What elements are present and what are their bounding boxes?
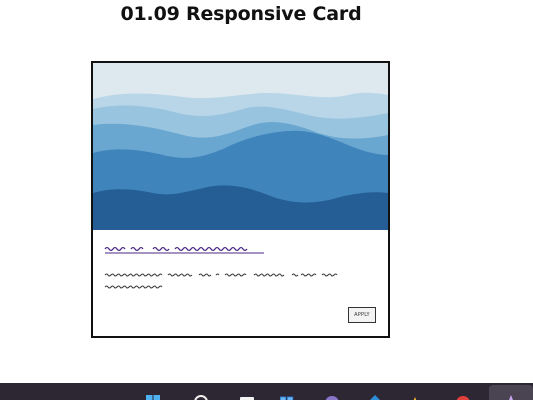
app-active-icon[interactable] (504, 395, 518, 400)
taskbar (0, 383, 533, 400)
page-title: 01.09 Responsive Card (120, 3, 362, 25)
body-scribble (104, 273, 338, 289)
responsive-card: APPLY (91, 61, 390, 338)
store-icon[interactable] (280, 395, 294, 400)
card-body-text (104, 271, 364, 296)
app-blue-icon[interactable] (368, 395, 382, 400)
search-icon[interactable] (194, 395, 208, 400)
apply-button[interactable]: APPLY (348, 307, 376, 323)
windows-start-icon[interactable] (146, 395, 160, 400)
heading-scribble (104, 246, 264, 254)
file-explorer-icon[interactable] (240, 395, 254, 400)
card-image (93, 63, 388, 230)
app-yellow-icon[interactable] (408, 395, 422, 400)
card-heading (104, 243, 364, 255)
app-purple-icon[interactable] (325, 395, 339, 400)
app-red-icon[interactable] (456, 395, 470, 400)
